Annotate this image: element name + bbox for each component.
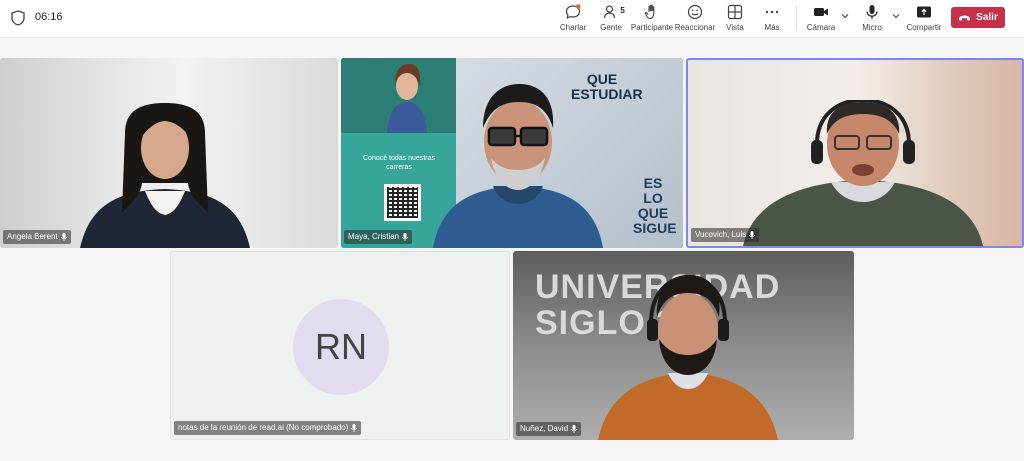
participant-name-tag: notas de la reunión de read.ai (No compr… — [174, 421, 362, 435]
camera-button[interactable]: Cámara — [805, 3, 837, 35]
participant-video-person — [743, 100, 983, 246]
people-label: Gente — [600, 23, 622, 32]
avatar: RN — [293, 299, 389, 395]
raise-hand-button[interactable]: Participante — [630, 3, 674, 35]
participant-name: Maya, Cristian — [348, 232, 400, 241]
people-icon — [603, 5, 616, 19]
mic-button[interactable]: Micro — [858, 3, 886, 35]
camera-options-chevron-icon[interactable] — [841, 13, 849, 19]
meeting-toolbar: 06:16 Charlar 5 Gente Participante Reacc — [0, 0, 1024, 38]
participant-tile-angela-berent[interactable]: Angela Berent — [0, 58, 338, 248]
participant-tile-cristian-maya[interactable]: QUE ESTUDIAR ES LO QUE SIGUE Conocé toda… — [341, 58, 683, 248]
hand-icon — [644, 4, 655, 20]
participant-name-tag: Angela Berent — [3, 230, 71, 244]
grid-view-icon — [727, 4, 743, 20]
participant-name: Vucovich, Luis — [695, 230, 747, 239]
participant-name: Nuñez, David — [520, 424, 569, 433]
leave-label: Salir — [976, 12, 998, 23]
mic-icon — [571, 425, 577, 433]
share-button[interactable]: Compartir — [905, 3, 943, 35]
participant-name-tag: Nuñez, David — [516, 422, 582, 436]
background-headline-bottom: ES LO QUE SIGUE — [633, 175, 677, 236]
participant-video-person — [80, 103, 250, 248]
video-camera-icon — [814, 8, 828, 16]
avatar-initials: RN — [315, 326, 367, 367]
mic-icon — [60, 233, 67, 241]
shield-icon — [11, 10, 25, 26]
more-dots-icon — [765, 10, 779, 14]
participant-tile-luis-vucovich[interactable]: Vucovich, Luis — [686, 58, 1024, 248]
participant-label: Participante — [630, 23, 674, 32]
participant-tile-read-ai-notes[interactable]: RN notas de la reunión de read.ai (No co… — [170, 251, 510, 440]
toolbar-divider — [796, 6, 797, 31]
microphone-icon — [866, 5, 878, 19]
qr-code — [384, 184, 421, 221]
participant-name-tag: Vucovich, Luis — [691, 228, 760, 242]
chat-icon — [565, 4, 581, 20]
participant-video-person — [433, 84, 603, 248]
people-count: 5 — [620, 6, 625, 15]
mic-icon — [749, 231, 756, 239]
mic-icon — [402, 233, 409, 241]
mic-icon — [351, 424, 358, 432]
share-screen-icon — [917, 6, 931, 18]
hang-up-phone-icon — [959, 15, 971, 20]
meeting-timer: 06:16 — [35, 11, 63, 23]
leave-button[interactable]: Salir — [951, 7, 1005, 28]
participant-video-person — [598, 274, 778, 440]
react-button[interactable]: Reaccionar — [674, 3, 716, 35]
chat-label: Charlar — [559, 23, 587, 32]
smiley-icon — [687, 4, 703, 20]
participant-name: Angela Berent — [7, 232, 58, 241]
participant-name-tag: Maya, Cristian — [344, 230, 413, 244]
more-label: Más — [764, 23, 780, 32]
chat-button[interactable]: Charlar — [556, 3, 590, 35]
participant-name: notas de la reunión de read.ai (No compr… — [178, 423, 349, 432]
participant-tile-david-nunez[interactable]: UNIVERSIDAD SIGLO 21 Nuñez, David — [513, 251, 854, 440]
mic-label: Micro — [862, 23, 882, 32]
react-label: Reaccionar — [674, 23, 716, 32]
view-button[interactable]: Vista — [719, 3, 751, 35]
people-button[interactable]: 5 Gente — [594, 3, 628, 35]
more-button[interactable]: Más — [756, 3, 788, 35]
camera-label: Cámara — [806, 23, 836, 32]
view-label: Vista — [726, 23, 744, 32]
share-label: Compartir — [906, 23, 942, 32]
mic-options-chevron-icon[interactable] — [892, 13, 900, 19]
